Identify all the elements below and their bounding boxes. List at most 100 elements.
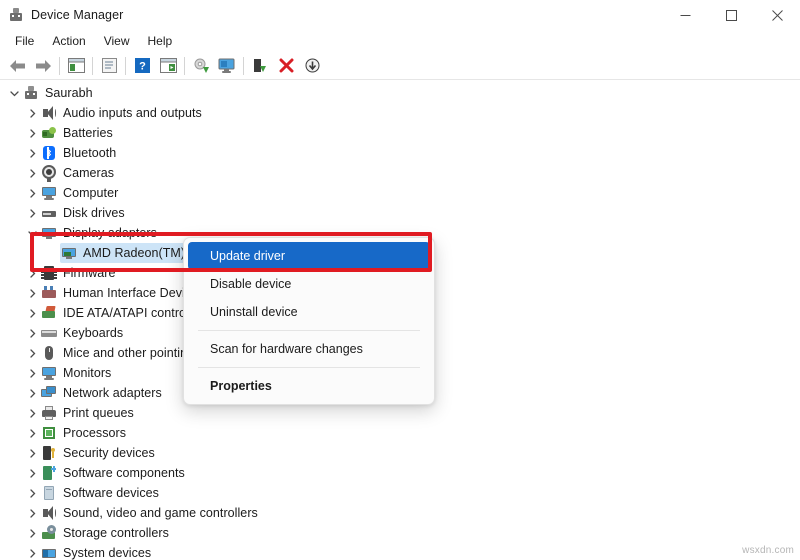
enable-device-icon[interactable] <box>247 54 273 78</box>
maximize-button[interactable] <box>708 0 754 30</box>
tree-item-system-devices[interactable]: System devices <box>24 543 151 560</box>
context-menu-item-disable-device[interactable]: Disable device <box>188 270 430 298</box>
watermark: wsxdn.com <box>742 545 794 556</box>
printer-icon <box>40 404 58 422</box>
title-bar: Device Manager <box>0 0 800 30</box>
tree-item-processors[interactable]: Processors <box>24 423 126 443</box>
chevron-right-icon[interactable] <box>24 423 40 443</box>
context-menu-item-uninstall-device[interactable]: Uninstall device <box>188 298 430 326</box>
chevron-right-icon[interactable] <box>24 443 40 463</box>
chevron-right-icon[interactable] <box>24 183 40 203</box>
tree-item-label: Software devices <box>63 486 159 500</box>
scan-for-hardware-changes-icon[interactable] <box>214 54 240 78</box>
speaker-icon <box>40 504 58 522</box>
chevron-right-icon[interactable] <box>24 123 40 143</box>
display-adapter-icon <box>40 224 58 242</box>
device-manager-icon <box>8 7 24 23</box>
chevron-right-icon[interactable] <box>24 263 40 283</box>
chevron-right-icon[interactable] <box>24 143 40 163</box>
tree-item-security-devices[interactable]: Security devices <box>24 443 155 463</box>
show-hide-action-pane-icon[interactable] <box>155 54 181 78</box>
menu-file[interactable]: File <box>6 32 43 50</box>
context-menu-item-properties[interactable]: Properties <box>188 372 430 400</box>
menu-view[interactable]: View <box>95 32 139 50</box>
tree-item-disk-drives[interactable]: Disk drives <box>24 203 125 223</box>
context-menu-item-update-driver[interactable]: Update driver <box>188 242 430 270</box>
chevron-right-icon[interactable] <box>24 343 40 363</box>
tree-item-label: Processors <box>63 426 127 440</box>
tree-item-label: Saurabh <box>45 86 93 100</box>
chevron-right-icon[interactable] <box>24 503 40 523</box>
chevron-right-icon[interactable] <box>24 463 40 483</box>
chevron-right-icon[interactable] <box>24 543 40 560</box>
tree-item-keyboards[interactable]: Keyboards <box>24 323 123 343</box>
tree-item-audio-inputs-and-outputs[interactable]: Audio inputs and outputs <box>24 103 202 123</box>
tree-item-monitors[interactable]: Monitors <box>24 363 111 383</box>
tree-item-label: Bluetooth <box>63 146 117 160</box>
chevron-down-icon[interactable] <box>6 83 22 103</box>
menu-action[interactable]: Action <box>43 32 94 50</box>
update-driver-icon[interactable] <box>188 54 214 78</box>
tree-item-label: Sound, video and game controllers <box>63 506 258 520</box>
tree-item-label: Cameras <box>63 166 115 180</box>
tree-item-software-devices[interactable]: Software devices <box>24 483 159 503</box>
chevron-right-icon[interactable] <box>24 203 40 223</box>
computer-icon <box>22 84 40 102</box>
tree-item-label: Software components <box>63 466 185 480</box>
firmware-icon <box>40 264 58 282</box>
tree-item-human-interface-devices[interactable]: Human Interface Devices <box>24 283 205 303</box>
chevron-right-icon[interactable] <box>24 323 40 343</box>
tree-item-print-queues[interactable]: Print queues <box>24 403 134 423</box>
tree-item-label: Firmware <box>63 266 116 280</box>
tree-item-software-components[interactable]: Software components <box>24 463 185 483</box>
chevron-right-icon[interactable] <box>24 103 40 123</box>
chevron-right-icon[interactable] <box>24 163 40 183</box>
back-icon[interactable] <box>4 54 30 78</box>
close-button[interactable] <box>754 0 800 30</box>
context-menu-separator <box>198 330 420 331</box>
processor-icon <box>40 424 58 442</box>
tree-item-computer[interactable]: Computer <box>24 183 118 203</box>
menu-bar: File Action View Help <box>0 30 800 52</box>
help-icon[interactable]: ? <box>129 54 155 78</box>
security-device-icon <box>40 444 58 462</box>
show-hide-console-tree-icon[interactable] <box>63 54 89 78</box>
window-title: Device Manager <box>31 8 124 22</box>
chevron-right-icon[interactable] <box>24 363 40 383</box>
tree-item-firmware[interactable]: Firmware <box>24 263 115 283</box>
disk-drive-icon <box>40 204 58 222</box>
minimize-button[interactable] <box>662 0 708 30</box>
tree-item-display-adapters[interactable]: Display adapters <box>24 223 157 243</box>
chevron-down-icon[interactable] <box>24 223 40 243</box>
chevron-right-icon[interactable] <box>24 283 40 303</box>
tree-item-label: Display adapters <box>63 226 157 240</box>
svg-text:?: ? <box>139 61 146 73</box>
tree-item-ide-ata-atapi-controllers[interactable]: IDE ATA/ATAPI controllers <box>24 303 209 323</box>
context-menu[interactable]: Update driver Disable device Uninstall d… <box>183 237 435 405</box>
chevron-right-icon[interactable] <box>24 403 40 423</box>
forward-icon[interactable] <box>30 54 56 78</box>
tree-item-label: Batteries <box>63 126 113 140</box>
uninstall-device-icon[interactable] <box>273 54 299 78</box>
monitor-icon <box>40 364 58 382</box>
monitor-icon <box>40 184 58 202</box>
tree-item-bluetooth[interactable]: Bluetooth <box>24 143 116 163</box>
chevron-right-icon[interactable] <box>24 303 40 323</box>
speaker-icon <box>40 104 58 122</box>
chevron-right-icon[interactable] <box>24 483 40 503</box>
tree-item-sound-video-and-game-controllers[interactable]: Sound, video and game controllers <box>24 503 258 523</box>
device-manager-window: Device Manager File Action View Help ? S… <box>0 0 800 560</box>
tree-item-label: Monitors <box>63 366 112 380</box>
tree-item-cameras[interactable]: Cameras <box>24 163 114 183</box>
tree-item-network-adapters[interactable]: Network adapters <box>24 383 162 403</box>
menu-help[interactable]: Help <box>139 32 182 50</box>
chevron-right-icon[interactable] <box>24 523 40 543</box>
properties-icon[interactable] <box>96 54 122 78</box>
context-menu-item-scan-for-hardware-changes[interactable]: Scan for hardware changes <box>188 335 430 363</box>
chevron-right-icon[interactable] <box>24 383 40 403</box>
disable-device-icon[interactable] <box>299 54 325 78</box>
tree-item-batteries[interactable]: Batteries <box>24 123 113 143</box>
tree-item-saurabh[interactable]: Saurabh <box>6 83 93 103</box>
tree-item-storage-controllers[interactable]: Storage controllers <box>24 523 169 543</box>
